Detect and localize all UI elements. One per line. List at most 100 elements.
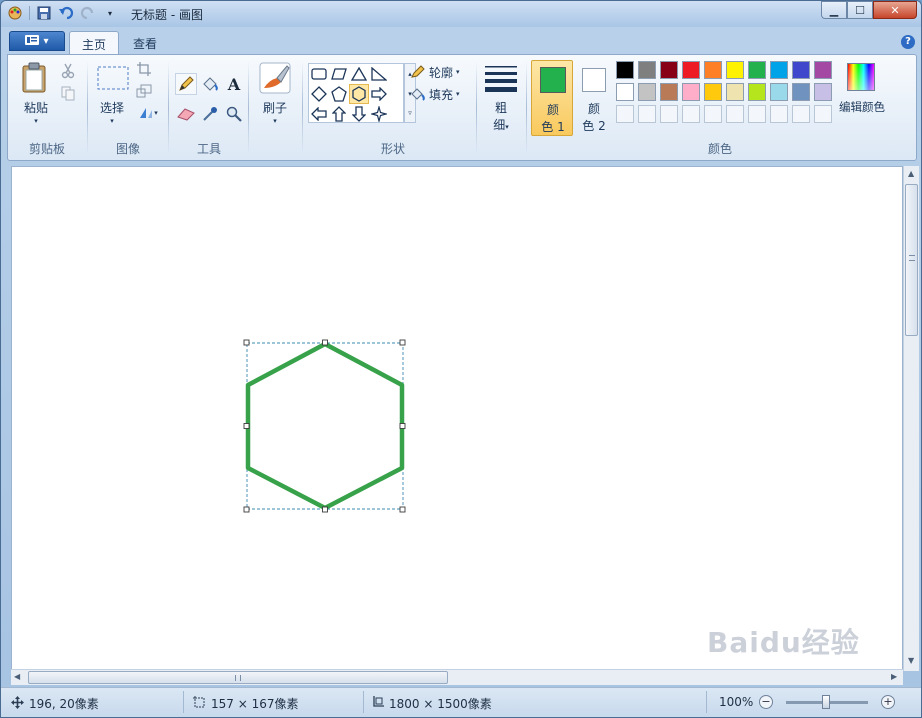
quick-access-toolbar: ▾ bbox=[7, 5, 118, 21]
color1-label-bottom: 色 1 bbox=[541, 120, 565, 134]
baidu-watermark: Baidu经验 bbox=[707, 626, 860, 659]
maximize-button[interactable]: ☐ bbox=[847, 1, 873, 19]
palette-empty-swatch[interactable] bbox=[704, 105, 722, 123]
ribbon-tab-row: ▾ 主页 查看 ? bbox=[1, 28, 921, 54]
palette-swatch[interactable] bbox=[704, 83, 722, 101]
selection-box[interactable] bbox=[246, 342, 404, 510]
color1-label-top: 颜 bbox=[546, 103, 559, 117]
vertical-scroll-thumb[interactable] bbox=[905, 184, 918, 336]
zoom-in-icon: + bbox=[881, 695, 895, 709]
palette-swatch[interactable] bbox=[616, 83, 634, 101]
palette-empty-swatch[interactable] bbox=[660, 105, 678, 123]
hexagon-shape[interactable] bbox=[245, 341, 405, 511]
tab-view[interactable]: 查看 bbox=[121, 31, 169, 54]
horizontal-scroll-thumb[interactable] bbox=[28, 671, 448, 684]
color1-button[interactable]: 颜 色 1 bbox=[531, 60, 573, 136]
palette-empty-swatch[interactable] bbox=[748, 105, 766, 123]
palette-swatch[interactable] bbox=[638, 83, 656, 101]
zoom-slider[interactable] bbox=[786, 695, 868, 709]
palette-swatch[interactable] bbox=[792, 61, 810, 79]
selection-size-icon bbox=[193, 695, 206, 712]
tab-view-label: 查看 bbox=[133, 37, 158, 51]
color2-swatch bbox=[582, 68, 606, 92]
zoom-slider-knob[interactable] bbox=[822, 695, 830, 709]
tab-home-label: 主页 bbox=[82, 38, 107, 52]
color1-swatch bbox=[540, 67, 566, 93]
status-divider bbox=[363, 691, 364, 713]
resize-handle[interactable] bbox=[243, 339, 250, 346]
resize-handle[interactable] bbox=[322, 339, 328, 346]
paint-app-icon[interactable] bbox=[7, 5, 23, 21]
palette-swatch[interactable] bbox=[638, 61, 656, 79]
undo-icon[interactable] bbox=[58, 5, 74, 21]
move-cursor-icon bbox=[11, 695, 24, 712]
palette-swatch[interactable] bbox=[726, 83, 744, 101]
resize-handle[interactable] bbox=[322, 506, 328, 513]
palette-swatch[interactable] bbox=[748, 61, 766, 79]
resize-handle[interactable] bbox=[243, 506, 250, 513]
drawing-canvas[interactable] bbox=[11, 166, 903, 671]
close-button[interactable]: ✕ bbox=[873, 1, 917, 19]
customize-toolbar-icon[interactable]: ▾ bbox=[102, 5, 118, 21]
edit-colors-button[interactable]: 编辑颜色 bbox=[836, 61, 886, 137]
resize-handle[interactable] bbox=[399, 339, 406, 346]
title-bar: ▾ 无标题 - 画图 ▁ ☐ ✕ bbox=[1, 1, 921, 27]
tab-home[interactable]: 主页 bbox=[69, 31, 120, 54]
chevron-down-icon: ▾ bbox=[43, 35, 49, 47]
scroll-down-icon[interactable]: ▼ bbox=[908, 656, 914, 665]
zoom-out-icon: − bbox=[759, 695, 773, 709]
palette-swatch[interactable] bbox=[660, 83, 678, 101]
palette-swatch[interactable] bbox=[704, 61, 722, 79]
zoom-level: 100% bbox=[719, 695, 753, 709]
minimize-button[interactable]: ▁ bbox=[821, 1, 847, 19]
palette-empty-swatch[interactable] bbox=[616, 105, 634, 123]
palette-swatch[interactable] bbox=[748, 83, 766, 101]
redo-icon[interactable] bbox=[80, 5, 96, 21]
palette-empty-swatch[interactable] bbox=[770, 105, 788, 123]
status-divider bbox=[706, 691, 707, 713]
close-icon: ✕ bbox=[890, 3, 900, 17]
horizontal-scrollbar[interactable]: ◀ ▶ bbox=[11, 669, 903, 685]
palette-swatch[interactable] bbox=[682, 61, 700, 79]
resize-handle[interactable] bbox=[399, 506, 406, 513]
save-icon[interactable] bbox=[36, 5, 52, 21]
palette-empty-swatch[interactable] bbox=[792, 105, 810, 123]
grip-icon bbox=[909, 255, 915, 261]
paint-menu-button[interactable]: ▾ bbox=[9, 31, 65, 51]
selection-size-text: 157 × 167像素 bbox=[211, 697, 299, 711]
image-size: 1800 × 1500像素 bbox=[371, 695, 492, 712]
vertical-scrollbar[interactable]: ▲ ▼ bbox=[903, 166, 919, 671]
scroll-right-icon[interactable]: ▶ bbox=[891, 672, 897, 681]
color2-button[interactable]: 颜 色 2 bbox=[574, 60, 614, 136]
palette-swatch[interactable] bbox=[814, 61, 832, 79]
menu-icon bbox=[25, 34, 40, 48]
palette-swatch[interactable] bbox=[792, 83, 810, 101]
palette-swatch[interactable] bbox=[770, 83, 788, 101]
palette-swatch[interactable] bbox=[682, 83, 700, 101]
status-divider bbox=[183, 691, 184, 713]
palette-swatch[interactable] bbox=[814, 83, 832, 101]
palette-swatch[interactable] bbox=[660, 61, 678, 79]
resize-handle[interactable] bbox=[399, 423, 406, 429]
paint-window: ▾ 无标题 - 画图 ▁ ☐ ✕ ▾ 主页 查看 ? 粘贴 ▾ 剪贴板 选择 ▾… bbox=[0, 0, 922, 718]
color2-label-top: 颜 bbox=[587, 102, 600, 116]
colors-group: 颜 色 1 颜 色 2 编辑颜色 颜色 bbox=[8, 55, 912, 160]
scroll-up-icon[interactable]: ▲ bbox=[908, 169, 914, 178]
window-title: 无标题 - 画图 bbox=[131, 8, 203, 22]
palette-empty-swatch[interactable] bbox=[726, 105, 744, 123]
rainbow-icon bbox=[847, 63, 875, 91]
palette-empty-swatch[interactable] bbox=[682, 105, 700, 123]
palette-swatch[interactable] bbox=[726, 61, 744, 79]
edit-colors-label: 编辑颜色 bbox=[839, 100, 885, 114]
resize-handle[interactable] bbox=[243, 423, 250, 429]
palette-empty-swatch[interactable] bbox=[814, 105, 832, 123]
palette-empty-swatch[interactable] bbox=[638, 105, 656, 123]
palette-swatch[interactable] bbox=[616, 61, 634, 79]
image-size-text: 1800 × 1500像素 bbox=[389, 697, 492, 711]
scroll-left-icon[interactable]: ◀ bbox=[14, 672, 20, 681]
minimize-icon: ▁ bbox=[829, 3, 839, 17]
zoom-out-button[interactable]: − bbox=[759, 695, 773, 709]
zoom-in-button[interactable]: + bbox=[881, 695, 895, 709]
help-icon[interactable]: ? bbox=[901, 35, 915, 49]
palette-swatch[interactable] bbox=[770, 61, 788, 79]
